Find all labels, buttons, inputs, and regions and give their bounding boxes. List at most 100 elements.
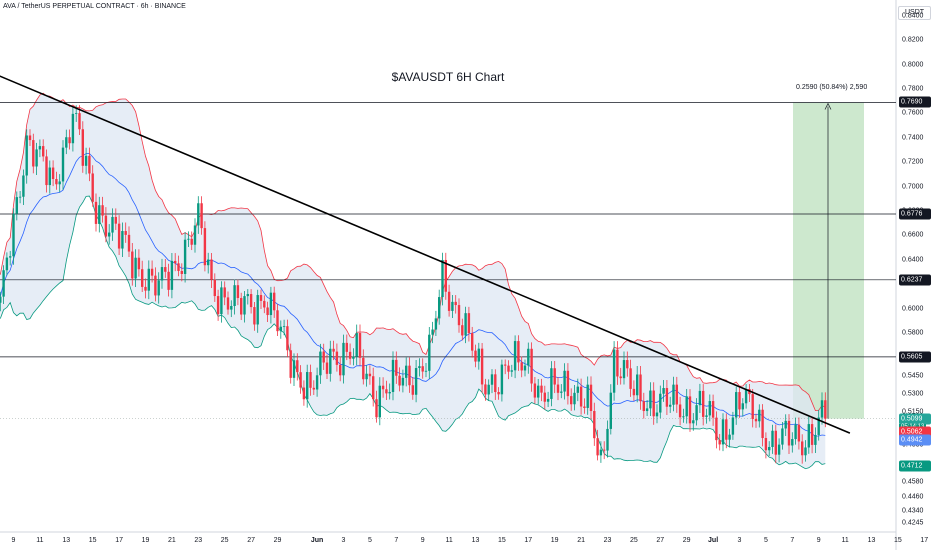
level-price-label: 0.5605 bbox=[899, 351, 931, 363]
candle-body bbox=[144, 286, 147, 291]
candle-body bbox=[560, 391, 563, 393]
candle-body bbox=[520, 362, 523, 371]
candle-body bbox=[312, 387, 315, 390]
candle-body bbox=[203, 228, 207, 266]
candle-body bbox=[114, 216, 117, 224]
axis-price-label: 0.4942 bbox=[899, 434, 931, 446]
candle-body bbox=[576, 386, 579, 393]
candle-body bbox=[78, 113, 81, 130]
candle-body bbox=[243, 296, 246, 315]
candle-body bbox=[210, 259, 213, 280]
candle-body bbox=[612, 349, 616, 393]
candle-body bbox=[761, 409, 764, 439]
candle-body bbox=[322, 351, 325, 363]
candle-body bbox=[5, 257, 9, 271]
x-tick-label: 13 bbox=[471, 537, 480, 544]
y-tick-label: 0.7200 bbox=[902, 158, 924, 166]
candle-body bbox=[352, 356, 355, 359]
candle-body bbox=[104, 215, 108, 237]
candle-body bbox=[447, 291, 451, 311]
candle-body bbox=[678, 404, 682, 418]
candle-body bbox=[507, 365, 510, 372]
candle-body bbox=[88, 155, 91, 174]
candle-body bbox=[619, 376, 622, 379]
candle-body bbox=[273, 292, 276, 311]
target-zone bbox=[793, 102, 864, 419]
candle-body bbox=[375, 399, 378, 418]
candle-body bbox=[263, 300, 266, 308]
candle-body bbox=[457, 305, 461, 326]
candle-body bbox=[632, 388, 636, 396]
candle-body bbox=[553, 368, 556, 385]
candle-body bbox=[315, 375, 319, 390]
x-tick-label: 23 bbox=[603, 537, 612, 544]
candle-body bbox=[12, 213, 15, 257]
candle-body bbox=[725, 419, 728, 440]
y-tick-label: 0.5800 bbox=[902, 329, 924, 337]
candle-body bbox=[530, 348, 533, 384]
y-tick-label: 0.5450 bbox=[902, 372, 924, 380]
x-tick-label: 29 bbox=[682, 537, 691, 544]
candle-body bbox=[75, 113, 78, 114]
candle-body bbox=[513, 341, 517, 371]
x-tick-label: 3 bbox=[341, 537, 346, 544]
candle-body bbox=[233, 285, 236, 307]
candle-body bbox=[438, 297, 441, 319]
candle-body bbox=[698, 390, 702, 406]
target-zone-box bbox=[793, 102, 864, 419]
level-price-label: 0.6237 bbox=[899, 274, 931, 286]
candle-body bbox=[599, 449, 603, 456]
candle-body bbox=[616, 349, 619, 377]
candle-body bbox=[230, 306, 233, 310]
candle-body bbox=[636, 374, 639, 396]
candle-body bbox=[444, 259, 447, 292]
candle-body bbox=[0, 296, 2, 303]
candle-body bbox=[685, 396, 688, 417]
candle-body bbox=[527, 348, 530, 366]
candle-body bbox=[411, 385, 414, 395]
x-tick-label: 7 bbox=[394, 537, 399, 544]
candle-body bbox=[362, 357, 365, 380]
candle-body bbox=[497, 392, 500, 395]
candle-body bbox=[728, 434, 731, 440]
candle-body bbox=[45, 156, 48, 186]
candle-body bbox=[319, 351, 322, 376]
candle-body bbox=[365, 373, 368, 380]
candle-body bbox=[434, 318, 438, 330]
x-tick-label: 15 bbox=[88, 537, 97, 544]
candle-body bbox=[464, 313, 467, 336]
candle-body bbox=[302, 387, 306, 400]
candle-body bbox=[543, 392, 546, 402]
candle-body bbox=[378, 385, 381, 418]
x-tick-label: 5 bbox=[763, 537, 768, 544]
candle-body bbox=[58, 181, 61, 185]
candle-body bbox=[177, 263, 180, 271]
y-tick-label: 0.7600 bbox=[902, 109, 924, 117]
candle-body bbox=[187, 238, 190, 240]
candle-body bbox=[15, 197, 18, 214]
y-tick-label: 0.8000 bbox=[902, 61, 924, 69]
candle-body bbox=[332, 348, 335, 352]
candle-body bbox=[289, 350, 292, 378]
candle-body bbox=[573, 392, 576, 405]
x-tick-label: 25 bbox=[629, 537, 638, 544]
candle-body bbox=[517, 341, 520, 363]
candle-body bbox=[292, 360, 296, 378]
candle-body bbox=[484, 384, 487, 395]
candle-body bbox=[117, 223, 121, 249]
candle-body bbox=[754, 418, 758, 422]
candle-body bbox=[609, 392, 612, 429]
candle-body bbox=[669, 404, 672, 407]
candle-body bbox=[692, 420, 695, 424]
y-tick-label: 0.7000 bbox=[902, 183, 924, 191]
candle-body bbox=[401, 377, 405, 386]
candle-body bbox=[164, 267, 167, 272]
x-tick-label: 27 bbox=[247, 537, 255, 544]
candle-body bbox=[249, 294, 253, 308]
candle-body bbox=[391, 359, 395, 392]
candle-body bbox=[645, 408, 649, 412]
candle-body bbox=[91, 173, 94, 202]
candle-body bbox=[170, 260, 174, 290]
candle-body bbox=[9, 256, 12, 258]
candle-body bbox=[137, 257, 141, 270]
